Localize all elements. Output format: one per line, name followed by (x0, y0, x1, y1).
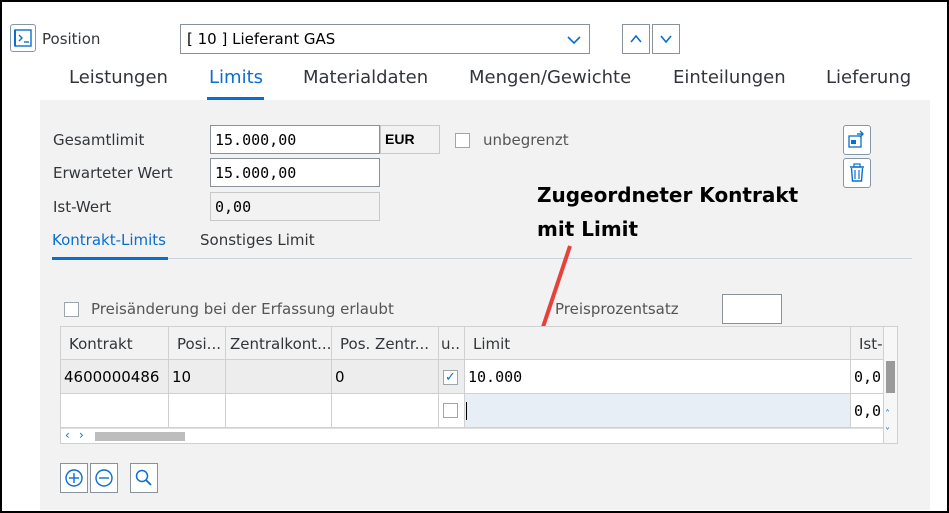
unbegrenzt-label: unbegrenzt (483, 131, 569, 149)
ist-wert-label: Ist-Wert (51, 193, 207, 221)
table-cell-kontrakt: 4600000486 (61, 360, 169, 394)
scroll-left-icon[interactable]: ‹ (65, 428, 70, 442)
ist-wert-field: 0,00 (210, 192, 380, 221)
table-cell-kontrakt[interactable] (61, 394, 169, 428)
column-header-limit[interactable]: Limit (465, 327, 851, 360)
table-cell-zentralkontrakt (226, 360, 332, 394)
horizontal-scrollbar[interactable]: ‹ › (61, 428, 883, 443)
tab-lieferung[interactable]: Lieferung (826, 67, 911, 88)
collapse-header-button[interactable] (10, 24, 36, 52)
table-cell-zentralkontrakt[interactable] (226, 394, 332, 428)
erwarteter-wert-label: Erwarteter Wert (51, 159, 207, 187)
unbegrenzt-checkbox[interactable] (455, 133, 470, 148)
column-header-zentralkontrakt[interactable]: Zentralkont... (226, 327, 332, 360)
scroll-up-icon[interactable]: ˄ (885, 409, 890, 420)
scroll-right-icon[interactable]: › (79, 428, 84, 442)
active-subtab-indicator (52, 257, 168, 260)
subtab-sonstiges-limit[interactable]: Sonstiges Limit (200, 231, 315, 249)
tab-leistungen[interactable]: Leistungen (69, 67, 168, 88)
trash-icon (850, 163, 864, 182)
table-cell-ist: 0,0 (851, 360, 883, 394)
table-cell-ist: 0,0 (851, 394, 883, 428)
table-cell-pos-zentral: 0 (332, 360, 439, 394)
column-header-unbegrenzt[interactable]: u.. (439, 327, 465, 360)
subtab-divider (52, 258, 912, 259)
tab-materialdaten[interactable]: Materialdaten (303, 67, 428, 88)
preisprozentsatz-field[interactable] (722, 294, 782, 324)
table-cell-pos-zentral[interactable] (332, 394, 439, 428)
preisprozentsatz-label: Preisprozentsatz (555, 300, 679, 318)
horizontal-scrollbar-thumb[interactable] (95, 432, 185, 441)
gesamtlimit-field[interactable]: 15.000,00 (210, 125, 380, 154)
add-icon (65, 469, 83, 487)
column-header-position[interactable]: Posi... (169, 327, 226, 360)
position-select-value: [ 10 ] Lieferant GAS (187, 30, 336, 48)
chevron-up-icon (630, 34, 642, 43)
remove-icon (95, 469, 113, 487)
search-icon (135, 469, 152, 486)
table-cell-unbegrenzt: ✓ (439, 360, 465, 394)
table-cell-limit[interactable]: 10.000 (465, 360, 851, 394)
next-item-button[interactable] (652, 24, 680, 54)
column-header-pos-zentral[interactable]: Pos. Zentr... (332, 327, 439, 360)
tab-einteilungen[interactable]: Einteilungen (673, 67, 786, 88)
contract-limits-table: Kontrakt Posi... Zentralkont... Pos. Zen… (60, 326, 898, 444)
vertical-scrollbar[interactable]: ˄ ˅ (883, 327, 897, 443)
table-cell-limit-input[interactable] (465, 394, 851, 428)
remove-row-button[interactable] (90, 463, 118, 493)
delete-button[interactable] (843, 158, 871, 188)
collapse-icon (14, 29, 32, 47)
currency-field: EUR (380, 125, 440, 154)
tab-mengen-gewichte[interactable]: Mengen/Gewichte (469, 67, 631, 88)
subtab-kontrakt-limits[interactable]: Kontrakt-Limits (52, 231, 166, 249)
export-icon (848, 130, 864, 148)
column-header-kontrakt[interactable]: Kontrakt (61, 327, 169, 360)
erwarteter-wert-field[interactable]: 15.000,00 (210, 158, 380, 187)
chevron-down-icon (567, 36, 581, 45)
text-cursor (466, 402, 467, 420)
table-cell-unbegrenzt (439, 394, 465, 428)
unbegrenzt-row-checkbox[interactable]: ✓ (443, 370, 458, 385)
position-select[interactable]: [ 10 ] Lieferant GAS (180, 24, 590, 54)
annotation-text: Zugeordneter Kontrakt mit Limit (537, 178, 798, 246)
search-button[interactable] (130, 463, 158, 493)
previous-item-button[interactable] (622, 24, 650, 54)
unbegrenzt-row-checkbox[interactable] (443, 403, 458, 418)
tab-limits[interactable]: Limits (209, 67, 263, 88)
vertical-scrollbar-thumb[interactable] (886, 361, 895, 393)
scroll-down-icon[interactable]: ˅ (885, 427, 890, 438)
add-row-button[interactable] (60, 463, 88, 493)
column-header-ist[interactable]: Ist- (851, 327, 883, 360)
annotation-line-1: Zugeordneter Kontrakt (537, 183, 799, 207)
export-button[interactable] (843, 125, 871, 155)
table-cell-position[interactable] (169, 394, 226, 428)
position-label: Position (42, 30, 101, 48)
chevron-down-icon (660, 35, 672, 44)
table-cell-position: 10 (169, 360, 226, 394)
preisaenderung-label: Preisänderung bei der Erfassung erlaubt (91, 300, 394, 318)
gesamtlimit-label: Gesamtlimit (51, 126, 207, 154)
preisaenderung-checkbox[interactable] (64, 302, 79, 317)
